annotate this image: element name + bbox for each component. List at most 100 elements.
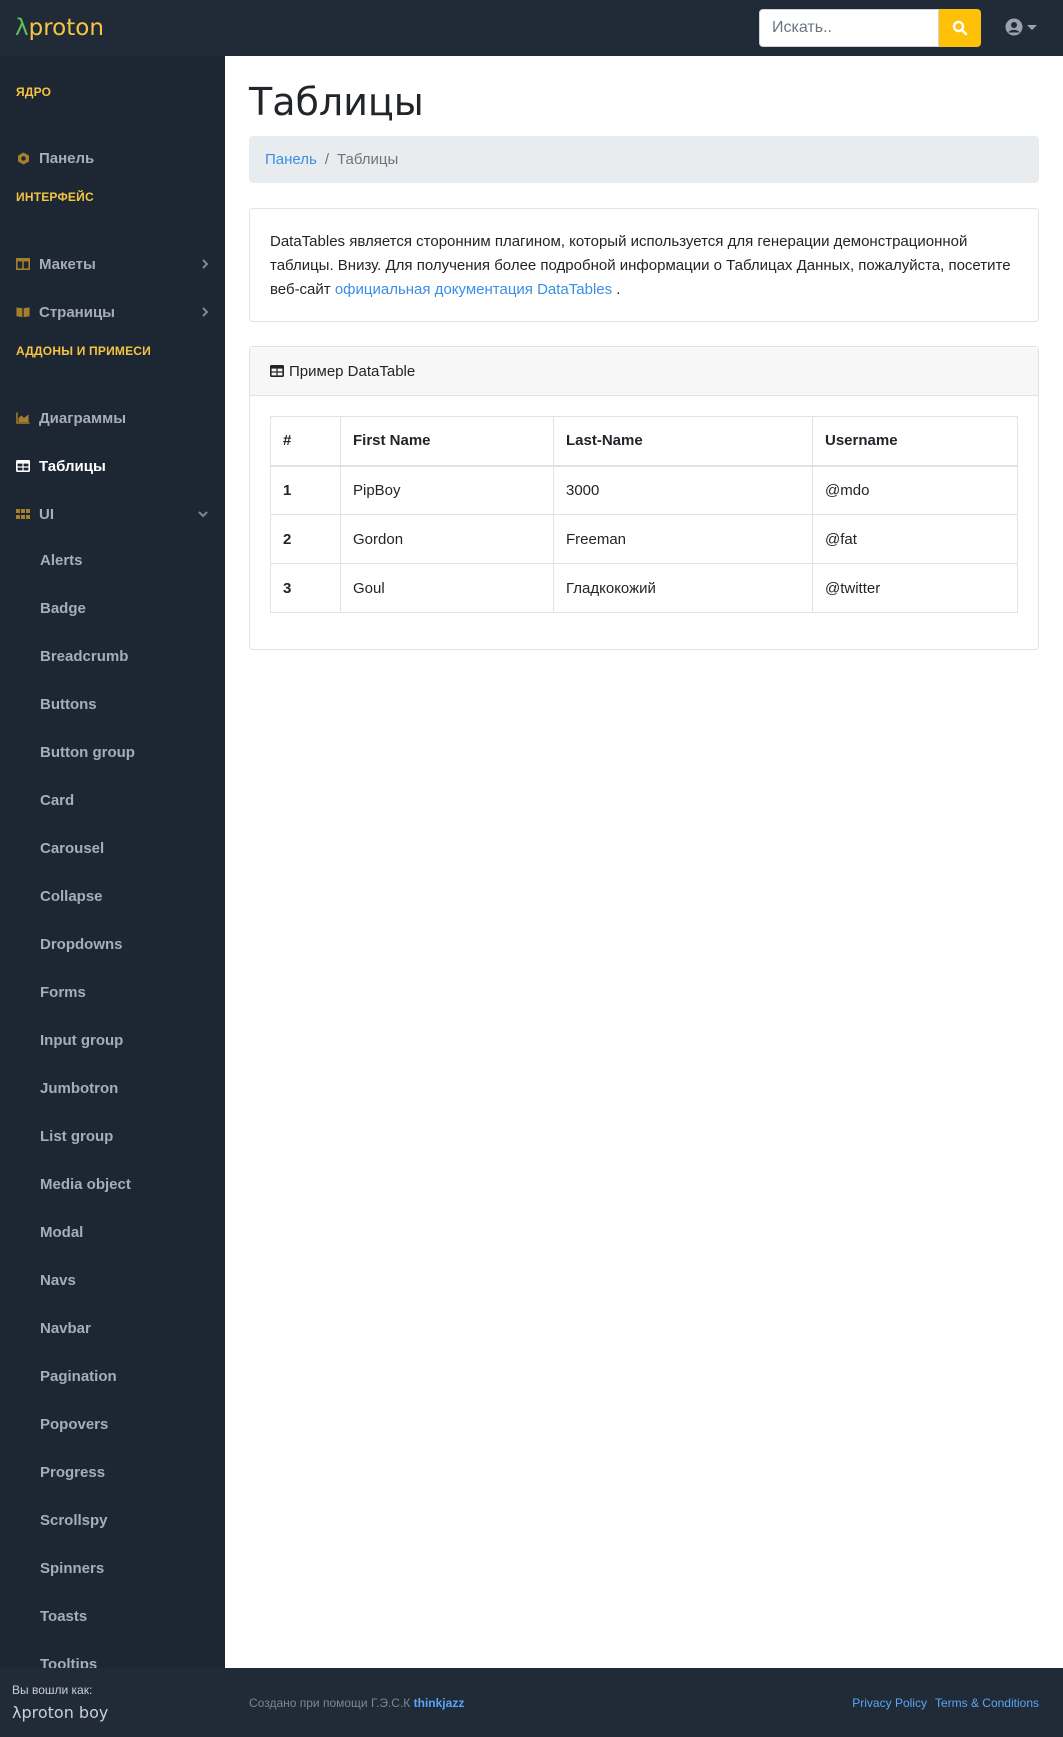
search-icon [952,20,968,36]
sidebar: ЯДРО Панель ИНТЕРФЕЙС Макеты Страницы АД… [0,56,225,1673]
search-input[interactable] [759,9,939,47]
sidebar-subitem-navs[interactable]: Navs [0,1262,225,1298]
book-icon [16,305,30,319]
sidebar-item-pages[interactable]: Страницы [0,292,225,332]
sidebar-item-ui[interactable]: UI [0,494,225,534]
sidebar-item-dashboard[interactable]: Панель [0,138,225,178]
sidebar-subitem-alerts[interactable]: Alerts [0,542,225,578]
user-circle-icon [1005,18,1023,36]
sidebar-section-interface: ИНТЕРФЕЙС [16,190,94,204]
column-header-first-name[interactable]: First Name [340,416,554,467]
table-cell: 3000 [553,465,813,515]
docs-link[interactable]: официальная документация DataTables [335,281,612,298]
search-button[interactable] [939,9,981,47]
logged-in-label: Вы вошли как: [12,1683,93,1697]
sidebar-subitem-breadcrumb[interactable]: Breadcrumb [0,638,225,674]
sidebar-item-tables[interactable]: Таблицы [0,446,225,486]
chevron-right-icon [202,259,209,269]
tachometer-icon [16,151,30,165]
info-end: . [612,281,621,298]
info-card: DataTables является сторонним плагином, … [249,208,1039,322]
table-icon [270,365,284,377]
area-chart-icon [16,411,30,425]
terms-link[interactable]: Terms & Conditions [935,1696,1039,1710]
sidebar-section-core: ЯДРО [16,85,52,99]
table-cell: @mdo [812,465,1018,515]
chevron-down-icon [198,511,208,518]
brand-logo[interactable]: λproton [15,15,104,41]
sidebar-item-label: Панель [39,149,95,167]
sidebar-subitem-progress[interactable]: Progress [0,1454,225,1490]
sidebar-subitem-pagination[interactable]: Pagination [0,1358,225,1394]
breadcrumb: Панель / Таблицы [249,136,1039,183]
sidebar-subitem-button-group[interactable]: Button group [0,734,225,770]
table-cell: 3 [270,563,341,613]
sidebar-item-charts[interactable]: Диаграммы [0,398,225,438]
table-cell: @twitter [812,563,1018,613]
data-table: # First Name Last-Name Username 1 PipBoy… [270,416,1018,613]
sidebar-item-label: Страницы [39,303,115,321]
table-row: 2 Gordon Freeman @fat [270,514,1018,564]
datatable-card-header: Пример DataTable [250,347,1038,396]
brand-name: proton [28,15,104,41]
sidebar-subitem-jumbotron[interactable]: Jumbotron [0,1070,225,1106]
columns-icon [16,257,30,271]
table-row: 3 Goul Гладкокожий @twitter [270,563,1018,613]
column-header-username[interactable]: Username [812,416,1018,467]
sidebar-subitem-list-group[interactable]: List group [0,1118,225,1154]
brand-lambda: λ [15,15,29,41]
datatable-card: Пример DataTable # First Name Last-Name … [249,346,1039,650]
sidebar-item-label: Диаграммы [39,409,127,427]
th-icon [16,507,30,521]
footer-credit-link[interactable]: thinkjazz [414,1696,465,1710]
sidebar-item-label: UI [39,505,54,523]
sidebar-subitem-scrollspy[interactable]: Scrollspy [0,1502,225,1538]
table-cell: @fat [812,514,1018,564]
chevron-right-icon [202,307,209,317]
chevron-down-icon [1027,24,1037,30]
footer-links: Privacy Policy Terms & Conditions [852,1696,1039,1710]
table-cell: PipBoy [340,465,554,515]
sidebar-subitem-input-group[interactable]: Input group [0,1022,225,1058]
breadcrumb-separator: / [324,151,329,168]
sidebar-subitem-spinners[interactable]: Spinners [0,1550,225,1586]
table-icon [16,459,30,473]
table-row: 1 PipBoy 3000 @mdo [270,465,1018,515]
sidebar-section-addons: АДДОНЫ И ПРИМЕСИ [16,344,151,358]
footer: Вы вошли как: λproton boy Создано при по… [0,1668,1063,1737]
sidebar-item-label: Таблицы [39,457,106,475]
privacy-policy-link[interactable]: Privacy Policy [852,1696,927,1710]
user-dropdown[interactable] [1005,18,1037,36]
datatable-card-title: Пример DataTable [289,362,416,380]
sidebar-subitem-card[interactable]: Card [0,782,225,818]
table-cell: Goul [340,563,554,613]
table-cell: Гладкокожий [553,563,813,613]
table-header-row: # First Name Last-Name Username [270,416,1018,467]
column-header-index[interactable]: # [270,416,341,467]
footer-credit: Создано при помощи Г.Э.С.К thinkjazz [249,1696,464,1710]
sidebar-subitem-dropdowns[interactable]: Dropdowns [0,926,225,962]
sidebar-item-label: Макеты [39,255,96,273]
table-cell: 2 [270,514,341,564]
search-form [759,9,981,47]
logged-in-user: λproton boy [12,1703,109,1722]
table-cell: 1 [270,465,341,515]
sidebar-subitem-modal[interactable]: Modal [0,1214,225,1250]
sidebar-subitem-buttons[interactable]: Buttons [0,686,225,722]
sidebar-subitem-badge[interactable]: Badge [0,590,225,626]
page-title: Таблицы [249,80,424,124]
sidebar-subitem-navbar[interactable]: Navbar [0,1310,225,1346]
sidebar-subitem-forms[interactable]: Forms [0,974,225,1010]
breadcrumb-current: Таблицы [337,151,399,168]
table-cell: Freeman [553,514,813,564]
sidebar-subitem-toasts[interactable]: Toasts [0,1598,225,1634]
table-cell: Gordon [340,514,554,564]
sidebar-subitem-media-object[interactable]: Media object [0,1166,225,1202]
sidebar-subitem-collapse[interactable]: Collapse [0,878,225,914]
top-navbar: λproton [0,0,1063,56]
sidebar-subitem-carousel[interactable]: Carousel [0,830,225,866]
sidebar-item-layouts[interactable]: Макеты [0,244,225,284]
sidebar-subitem-popovers[interactable]: Popovers [0,1406,225,1442]
breadcrumb-link-dashboard[interactable]: Панель [265,151,317,168]
column-header-last-name[interactable]: Last-Name [553,416,813,467]
